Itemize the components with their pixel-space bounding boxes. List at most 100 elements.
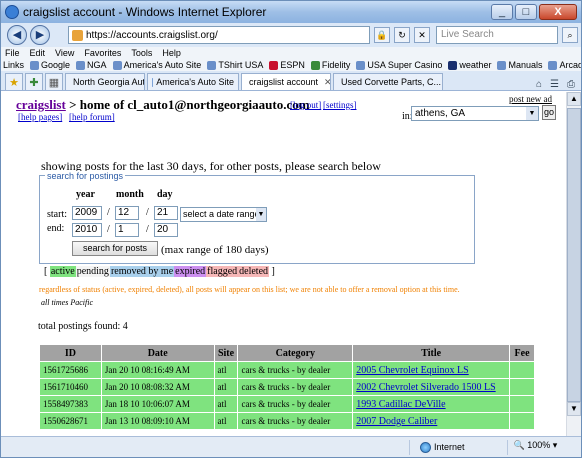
logout-link[interactable]: [log out] — [290, 100, 321, 110]
weather-icon — [448, 60, 458, 70]
status-expired-badge: expired — [174, 266, 207, 277]
lock-icon[interactable]: 🔒 — [374, 27, 390, 43]
menu-edit[interactable]: Edit — [30, 48, 46, 58]
times-note: all times Pacific — [41, 298, 93, 307]
col-fee[interactable]: Fee — [509, 344, 535, 362]
cell-site: atl — [213, 412, 239, 430]
total-postings: total postings found: 4 — [38, 321, 128, 332]
craigslist-home-link[interactable]: craigslist — [16, 97, 66, 112]
link-tshirt-usa[interactable]: TShirt USA — [207, 60, 263, 70]
settings-link[interactable]: [settings] — [323, 100, 357, 110]
scroll-thumb[interactable] — [567, 108, 581, 402]
minimize-button[interactable]: _ — [491, 4, 513, 20]
forward-arrow-icon[interactable]: ▶ — [30, 25, 50, 45]
cell-date: Jan 18 10 10:06:07 AM — [100, 395, 215, 413]
tab-used-corvette-parts[interactable]: Used Corvette Parts, C... — [333, 73, 443, 90]
cell-date: Jan 13 10 08:09:10 AM — [100, 412, 215, 430]
end-day-input[interactable]: 20 — [154, 223, 178, 237]
espn-icon — [269, 60, 279, 70]
print-icon[interactable]: ⎙ — [567, 79, 575, 90]
link-label: Fidelity — [321, 60, 351, 70]
posting-title-link[interactable]: 2005 Chevrolet Equinox LS — [356, 365, 469, 376]
cell-date: Jan 20 10 08:08:32 AM — [100, 378, 215, 396]
end-year-input[interactable]: 2010 — [72, 223, 102, 237]
menu-file[interactable]: File — [5, 48, 20, 58]
col-title[interactable]: Title — [352, 344, 511, 362]
posting-title-link[interactable]: 2007 Dodge Caliber — [356, 416, 437, 427]
link-usa-super-casino[interactable]: USA Super Casino — [356, 60, 442, 70]
refresh-icon[interactable]: ↻ — [394, 27, 410, 43]
tab-north-georgia-auto[interactable]: North Georgia Auto — [65, 73, 145, 90]
menu-help[interactable]: Help — [162, 48, 181, 58]
address-url[interactable]: https://accounts.craigslist.org/ — [86, 30, 369, 41]
page-icon — [356, 60, 366, 70]
link-espn[interactable]: ESPN — [269, 60, 305, 70]
table-row: 1561710460 Jan 20 10 08:08:32 AM atl car… — [39, 378, 535, 396]
quick-tabs-icon[interactable]: ▦ — [45, 73, 63, 90]
page-content: craigslist > home of cl_auto1@northgeorg… — [1, 92, 566, 436]
link-americas-auto-site[interactable]: America's Auto Site — [112, 60, 201, 70]
scroll-up-icon[interactable]: ▲ — [567, 92, 581, 106]
menu-favorites[interactable]: Favorites — [84, 48, 121, 58]
cell-id: 1561710460 — [39, 378, 102, 396]
table-row: 1561725686 Jan 20 10 08:16:49 AM atl car… — [39, 361, 535, 379]
chevron-down-icon: ▼ — [526, 107, 538, 120]
add-favorite-icon[interactable]: ✚ — [25, 73, 43, 90]
cell-id: 1550628671 — [39, 412, 102, 430]
chevron-down-icon: ▼ — [256, 208, 266, 221]
city-select[interactable]: athens, GA ▼ — [411, 106, 539, 121]
menu-bar: File Edit View Favorites Tools Help — [1, 47, 581, 59]
stop-icon[interactable]: ✕ — [414, 27, 430, 43]
search-for-posts-button[interactable]: search for posts — [72, 241, 158, 256]
ie-logo-icon — [5, 5, 19, 19]
tab-craigslist-account[interactable]: craigslist account ✕ — [241, 73, 331, 90]
cell-site: atl — [213, 395, 239, 413]
vertical-scrollbar[interactable]: ▲ ▼ — [566, 92, 581, 436]
col-site[interactable]: Site — [213, 344, 239, 362]
link-nga[interactable]: NGA — [76, 60, 107, 70]
start-month-input[interactable]: 12 — [115, 206, 139, 220]
start-label: start: — [47, 209, 67, 220]
links-label: Links — [3, 60, 25, 70]
live-search-input[interactable]: Live Search — [436, 26, 558, 44]
link-manuals[interactable]: Manuals — [497, 60, 542, 70]
search-icon[interactable]: ⌕ — [562, 27, 578, 43]
zoom-level[interactable]: 🔍 100% ▾ — [506, 439, 557, 455]
address-bar[interactable]: https://accounts.craigslist.org/ — [68, 26, 370, 44]
cell-id: 1561725686 — [39, 361, 102, 379]
posting-title-link[interactable]: 2002 Chevrolet Silverado 1500 LS — [356, 382, 495, 393]
link-label: Arcade — [559, 60, 581, 70]
link-fidelity[interactable]: Fidelity — [310, 60, 351, 70]
feeds-icon[interactable]: ☰ — [550, 79, 559, 90]
col-id[interactable]: ID — [39, 344, 102, 362]
help-pages-link[interactable]: [help pages] — [18, 112, 62, 122]
start-day-input[interactable]: 21 — [154, 206, 178, 220]
removal-warning: regardless of status (active, expired, d… — [39, 285, 460, 294]
cell-category: cars & trucks - by dealer — [237, 395, 354, 413]
date-range-select[interactable]: select a date range ▼ — [180, 207, 267, 222]
favorites-star-icon[interactable]: ★ — [5, 73, 23, 90]
tab-americas-auto-site[interactable]: America's Auto Site — [147, 73, 239, 90]
start-year-input[interactable]: 2009 — [72, 206, 102, 220]
link-arcade[interactable]: Arcade — [548, 60, 581, 70]
tab-close-icon[interactable]: ✕ — [324, 77, 330, 88]
link-label: Google — [41, 60, 71, 70]
date-separator: / — [107, 207, 110, 218]
col-category[interactable]: Category — [237, 344, 354, 362]
close-button[interactable]: X — [539, 4, 577, 20]
link-google[interactable]: Google — [30, 60, 70, 70]
maximize-button[interactable]: □ — [515, 4, 537, 20]
menu-tools[interactable]: Tools — [131, 48, 152, 58]
post-new-ad-link[interactable]: post new ad — [509, 94, 552, 104]
end-month-input[interactable]: 1 — [115, 223, 139, 237]
help-forum-link[interactable]: [help forum] — [69, 112, 115, 122]
col-date[interactable]: Date — [100, 344, 215, 362]
scroll-down-icon[interactable]: ▼ — [567, 402, 581, 416]
back-arrow-icon[interactable]: ◀ — [7, 25, 27, 45]
menu-view[interactable]: View — [55, 48, 74, 58]
home-icon[interactable]: ⌂ — [536, 79, 542, 90]
posting-title-link[interactable]: 1993 Cadillac DeVille — [356, 399, 445, 410]
go-button[interactable]: go — [542, 105, 556, 120]
search-postings-fieldset: search for postings year month day start… — [39, 171, 475, 264]
link-weather[interactable]: weather — [448, 60, 491, 70]
